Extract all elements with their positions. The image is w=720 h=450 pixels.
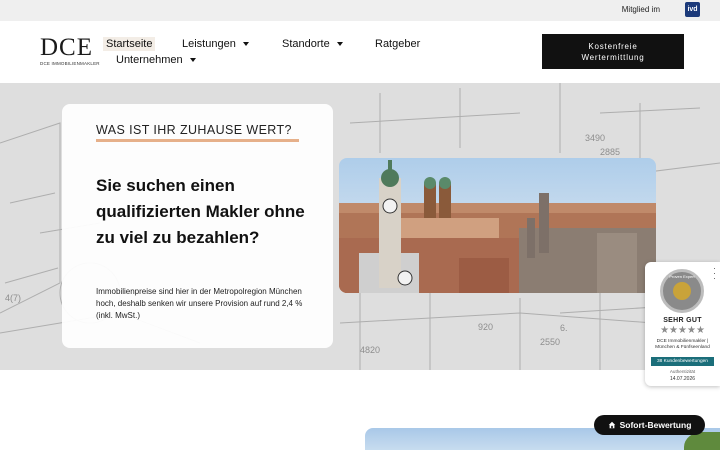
chevron-down-icon: [336, 42, 343, 46]
hero-body: Immobilienpreise sind hier in der Metrop…: [96, 287, 303, 320]
sofort-label: Sofort-Bewertung: [619, 420, 692, 430]
sofort-bewertung-button[interactable]: Sofort-Bewertung: [594, 415, 705, 435]
accent-underline: [96, 139, 299, 142]
nav-label: Standorte: [282, 38, 330, 50]
more-options-icon[interactable]: · · ·: [713, 264, 716, 283]
svg-text:6.: 6.: [560, 323, 568, 333]
nav-label: Ratgeber: [375, 38, 421, 50]
nav-leistungen[interactable]: Leistungen: [182, 38, 249, 50]
review-count-badge[interactable]: 38 Kundenbewertungen: [651, 357, 714, 366]
provenexpert-badge[interactable]: · · · Proven Expert SEHR GUT ★★★★★ DCE Imm…: [645, 262, 720, 386]
kostenfreie-wertermittlung-button[interactable]: Kostenfreie Wertermittlung: [542, 34, 684, 69]
rating-label: SEHR GUT: [663, 317, 702, 324]
cta-line2: Wertermittlung: [581, 52, 645, 62]
chevron-down-icon: [189, 58, 196, 62]
nav-ratgeber[interactable]: Ratgeber: [375, 38, 420, 50]
logo-mark: DCE: [40, 34, 93, 61]
member-label: Mitglied im: [621, 5, 660, 14]
hero-card: WAS IST IHR ZUHAUSE WERT? Sie suchen ein…: [62, 104, 333, 348]
badge-company: DCE Immobilienmakler | München & Fünfsee…: [655, 339, 710, 350]
svg-text:3490: 3490: [585, 133, 605, 143]
nav-label: Leistungen: [182, 38, 236, 50]
nav-startseite[interactable]: Startseite: [103, 37, 156, 51]
svg-text:2550: 2550: [540, 337, 560, 347]
logo-subtitle: DCE IMMOBILIENMAKLER: [40, 61, 100, 66]
star-rating-icon: ★★★★★: [660, 325, 705, 336]
svg-text:4(7): 4(7): [5, 293, 21, 303]
svg-text:4820: 4820: [360, 345, 380, 355]
munich-city-photo: [339, 158, 656, 293]
nav-unternehmen[interactable]: Unternehmen: [116, 54, 196, 66]
authenticity-label: Authentizität: [669, 369, 696, 374]
svg-text:920: 920: [478, 322, 493, 332]
nav-standorte[interactable]: Standorte: [282, 38, 343, 50]
chevron-down-icon: [242, 42, 249, 46]
badge-date: 14.07.2026: [669, 376, 696, 382]
svg-text:2885: 2885: [600, 147, 620, 157]
provenexpert-seal-icon: Proven Expert: [660, 269, 704, 313]
dce-logo[interactable]: DCE DCE IMMOBILIENMAKLER: [40, 34, 100, 69]
nav-label: Unternehmen: [116, 54, 183, 66]
hero-headline: Sie suchen einen qualifizierten Makler o…: [96, 176, 305, 247]
ivd-logo[interactable]: ivd: [685, 2, 700, 17]
home-icon: [608, 421, 615, 429]
cta-line1: Kostenfreie: [588, 41, 638, 51]
nav-label: Startseite: [106, 38, 153, 50]
hero-kicker: WAS IST IHR ZUHAUSE WERT?: [96, 123, 292, 137]
top-bar: Mitglied im ivd: [0, 0, 720, 21]
